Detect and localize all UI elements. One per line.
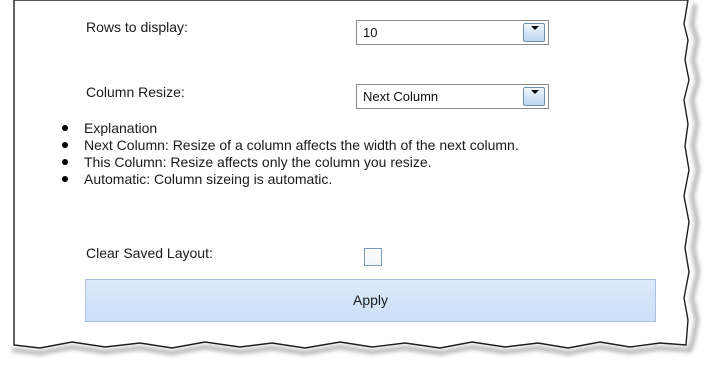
list-item: Explanation <box>62 120 519 137</box>
bullet-icon <box>62 142 68 148</box>
chevron-down-icon[interactable] <box>523 87 545 106</box>
bullet-icon <box>62 176 68 182</box>
explanation-list: Explanation Next Column: Resize of a col… <box>62 120 519 188</box>
rows-to-display-select[interactable]: 10 <box>356 20 549 45</box>
rows-to-display-label: Rows to display: <box>86 19 188 35</box>
list-item: This Column: Resize affects only the col… <box>62 154 519 171</box>
rows-to-display-value: 10 <box>363 25 378 40</box>
bullet-icon <box>62 125 68 131</box>
clear-saved-layout-label: Clear Saved Layout: <box>86 245 213 261</box>
list-item: Automatic: Column sizeing is automatic. <box>62 171 519 188</box>
column-resize-select[interactable]: Next Column <box>356 84 549 109</box>
column-resize-value: Next Column <box>363 89 439 104</box>
apply-button[interactable]: Apply <box>85 279 656 322</box>
chevron-down-icon[interactable] <box>523 23 545 42</box>
list-item: Next Column: Resize of a column affects … <box>62 137 519 154</box>
column-resize-label: Column Resize: <box>86 84 185 100</box>
clear-saved-layout-checkbox[interactable] <box>364 248 382 266</box>
bullet-icon <box>62 159 68 165</box>
